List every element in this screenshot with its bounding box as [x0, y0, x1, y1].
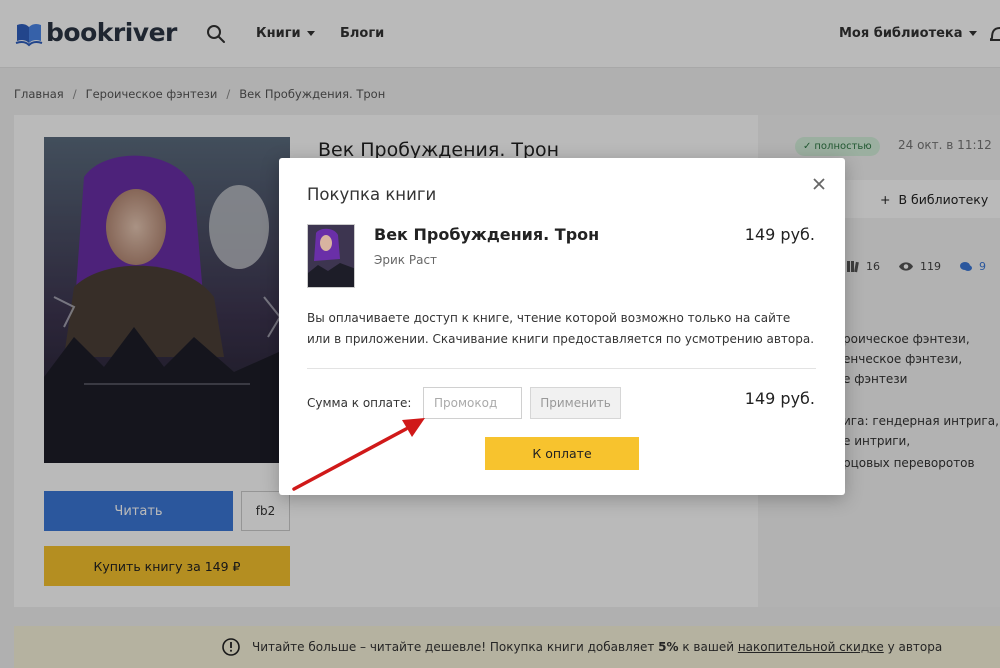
promo-code-input[interactable]: [423, 387, 522, 419]
modal-book-title: Век Пробуждения. Трон: [374, 225, 600, 244]
modal-title: Покупка книги: [307, 185, 437, 204]
divider: [307, 368, 816, 369]
close-icon[interactable]: [809, 174, 829, 194]
total-label: Сумма к оплате:: [307, 396, 412, 410]
total-price: 149 руб.: [744, 389, 815, 408]
modal-book-cover: [307, 224, 355, 288]
modal-author[interactable]: Эрик Раст: [374, 253, 437, 267]
purchase-modal: Покупка книги Век Пробуждения. Трон Эрик…: [279, 158, 845, 495]
modal-book-price: 149 руб.: [744, 225, 815, 244]
pay-button[interactable]: К оплате: [485, 437, 639, 470]
apply-promo-button[interactable]: Применить: [530, 387, 621, 419]
purchase-note: Вы оплачиваете доступ к книге, чтение ко…: [307, 311, 815, 346]
